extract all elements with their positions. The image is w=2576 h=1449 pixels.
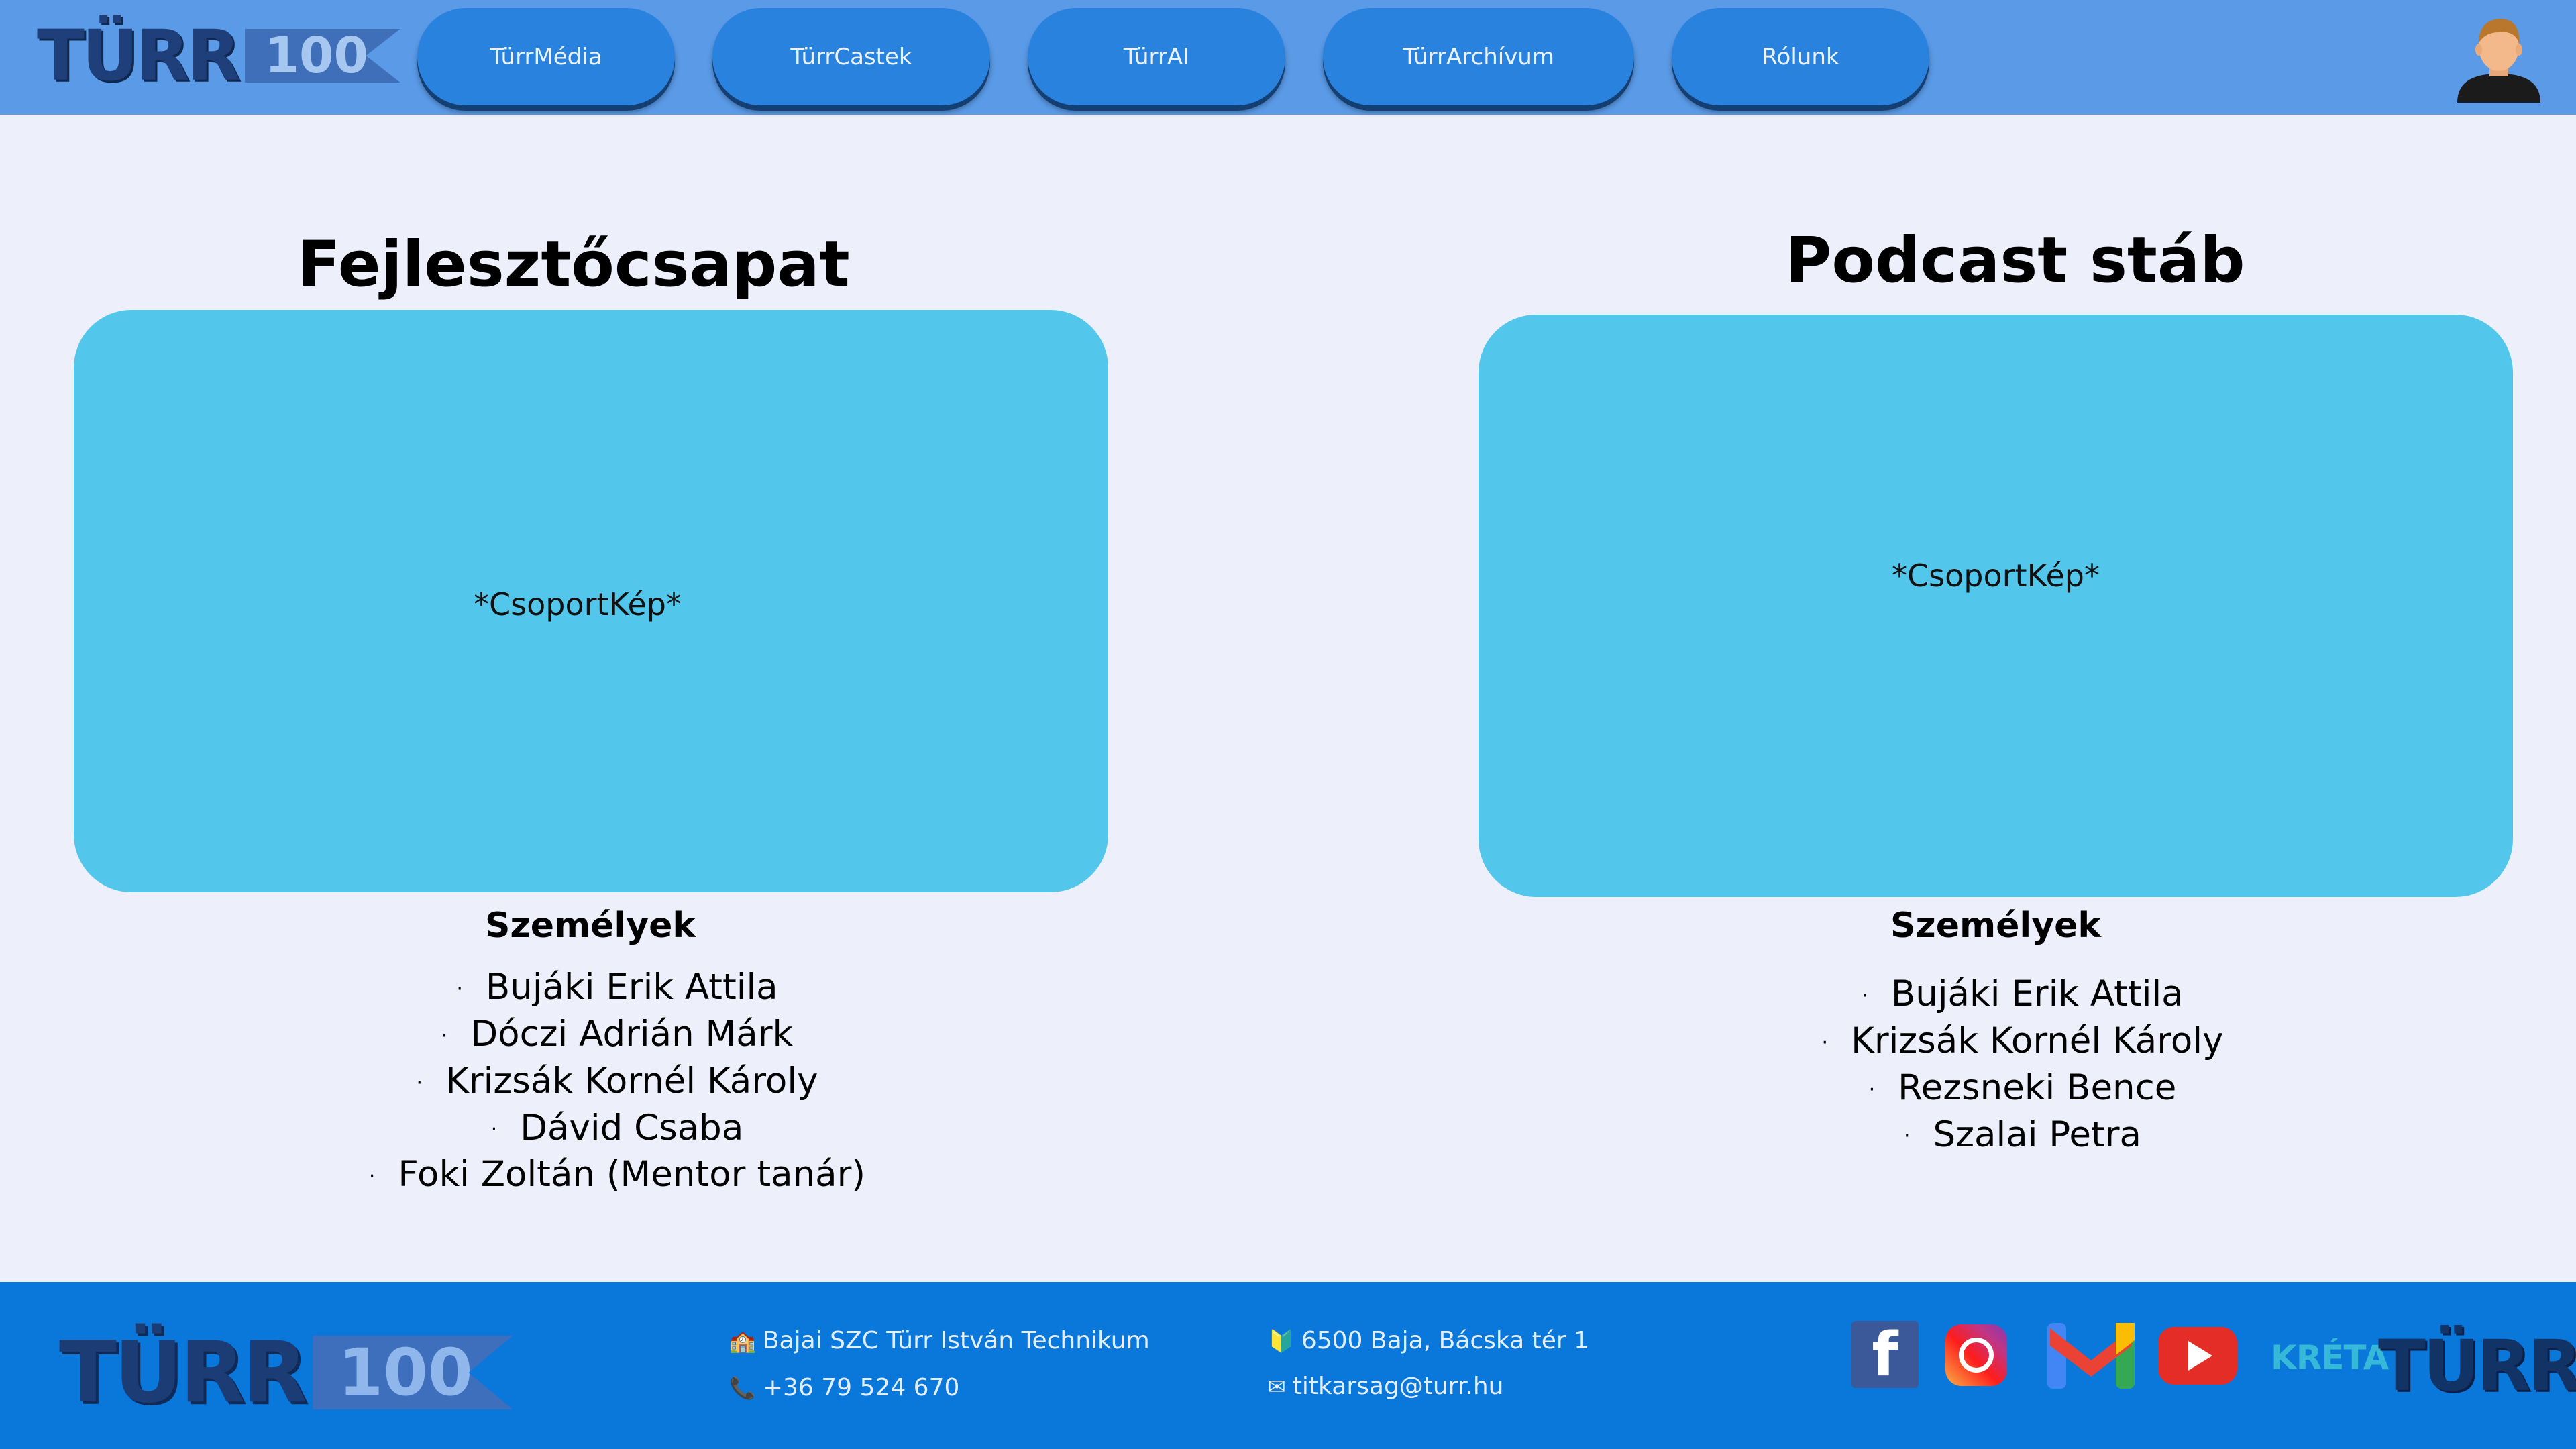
dev-team-title: Fejlesztőcsapat xyxy=(297,228,850,301)
location-icon: 🔰 xyxy=(1268,1328,1295,1354)
mail-icon: ✉ xyxy=(1268,1373,1286,1399)
turr100-logo[interactable]: TÜRR 100 xyxy=(37,15,400,97)
gmail-icon[interactable] xyxy=(2047,1323,2135,1389)
list-item: · Rezsneki Bence xyxy=(1687,1065,2358,1112)
person-name: Krizsák Kornél Károly xyxy=(1851,1020,2224,1061)
nav-rolunk-button[interactable]: Rólunk xyxy=(1672,8,1929,105)
list-item: · Bujáki Erik Attila xyxy=(1687,971,2358,1018)
kreta-logo[interactable]: KRÉTA xyxy=(2271,1338,2389,1377)
user-avatar-icon[interactable] xyxy=(2452,12,2546,103)
person-name: Dávid Csaba xyxy=(520,1107,744,1148)
list-item: · Dávid Csaba xyxy=(282,1106,953,1152)
dev-team-photo-label: *CsoportKép* xyxy=(474,586,682,623)
instagram-ring xyxy=(1959,1338,1994,1373)
facebook-icon[interactable]: f xyxy=(1851,1319,1919,1390)
nav-turrarchivum-button[interactable]: TürrArchívum xyxy=(1323,8,1634,105)
person-name: Szalai Petra xyxy=(1933,1114,2141,1155)
footer-email[interactable]: ✉ titkarsag@turr.hu xyxy=(1268,1373,1503,1400)
bullet: · xyxy=(368,1165,376,1189)
list-item: · Krizsák Kornél Károly xyxy=(1687,1018,2358,1065)
list-item: · Szalai Petra xyxy=(1687,1112,2358,1159)
list-item: · Foki Zoltán (Mentor tanár) xyxy=(282,1152,953,1199)
podcast-team-persons-list: · Bujáki Erik Attila · Krizsák Kornél Káro… xyxy=(1687,971,2358,1159)
nav-turrcastek-button[interactable]: TürrCastek xyxy=(712,8,990,105)
person-name: Foki Zoltán (Mentor tanár) xyxy=(398,1154,866,1195)
instagram-icon[interactable] xyxy=(1945,1324,2007,1386)
youtube-icon[interactable] xyxy=(2158,1327,2237,1385)
footer-logo-wordmark: TÜRR xyxy=(59,1323,307,1421)
person-name: Bujáki Erik Attila xyxy=(1890,973,2184,1014)
podcast-team-persons-title: Személyek xyxy=(1890,906,2101,946)
podcast-team-title: Podcast stáb xyxy=(1785,224,2245,297)
nav-turrai-button[interactable]: TürrAI xyxy=(1028,8,1285,105)
footer-phone[interactable]: 📞 +36 79 524 670 xyxy=(729,1374,959,1401)
list-item: · Bujáki Erik Attila xyxy=(282,965,953,1012)
podcast-team-photo-label: *CsoportKép* xyxy=(1892,557,2100,594)
footer-logo-badge: 100 xyxy=(313,1336,513,1409)
logo-wordmark: TÜRR xyxy=(37,15,241,97)
phone-icon: 📞 xyxy=(729,1375,756,1401)
phone-text: +36 79 524 670 xyxy=(762,1374,960,1401)
bullet: · xyxy=(441,1024,448,1048)
bullet: · xyxy=(1862,983,1868,1008)
list-item: · Dóczi Adrián Márk xyxy=(282,1012,953,1059)
email-text: titkarsag@turr.hu xyxy=(1292,1373,1504,1400)
school-name-text: Bajai SZC Türr István Technikum xyxy=(762,1327,1150,1354)
turr-footer-logo[interactable]: TÜRR xyxy=(2378,1325,2576,1407)
dev-team-photo-placeholder: *CsoportKép* xyxy=(74,310,1108,892)
footer-address: 🔰 6500 Baja, Bácska tér 1 xyxy=(1268,1327,1589,1354)
podcast-team-photo-placeholder: *CsoportKép* xyxy=(1479,315,2513,897)
footer-turr100-logo[interactable]: TÜRR 100 xyxy=(59,1323,513,1421)
dev-team-persons-title: Személyek xyxy=(484,906,696,946)
bullet: · xyxy=(1821,1030,1829,1055)
footer-school-name: 🏫 Bajai SZC Türr István Technikum xyxy=(729,1327,1150,1354)
person-name: Krizsák Kornél Károly xyxy=(445,1060,818,1102)
top-navbar: TÜRR 100 TürrMédia TürrCastek TürrAI Tür… xyxy=(0,0,2576,115)
bullet: · xyxy=(416,1071,423,1095)
person-name: Rezsneki Bence xyxy=(1898,1067,2177,1108)
bullet: · xyxy=(1868,1077,1876,1102)
bullet: · xyxy=(1904,1124,1911,1148)
logo-badge: 100 xyxy=(244,29,400,83)
person-name: Bujáki Erik Attila xyxy=(485,967,778,1008)
youtube-play xyxy=(2188,1341,2212,1371)
person-name: Dóczi Adrián Márk xyxy=(470,1013,794,1055)
dev-team-persons-list: · Bujáki Erik Attila · Dóczi Adrián Márk ·… xyxy=(282,965,953,1199)
bullet: · xyxy=(490,1118,498,1142)
list-item: · Krizsák Kornél Károly xyxy=(282,1059,953,1106)
school-building-icon: 🏫 xyxy=(729,1328,756,1354)
address-text: 6500 Baja, Bácska tér 1 xyxy=(1301,1327,1590,1354)
bullet: · xyxy=(456,977,463,1001)
facebook-glyph: f xyxy=(1872,1319,1898,1390)
nav-turrmedia-button[interactable]: TürrMédia xyxy=(417,8,675,105)
